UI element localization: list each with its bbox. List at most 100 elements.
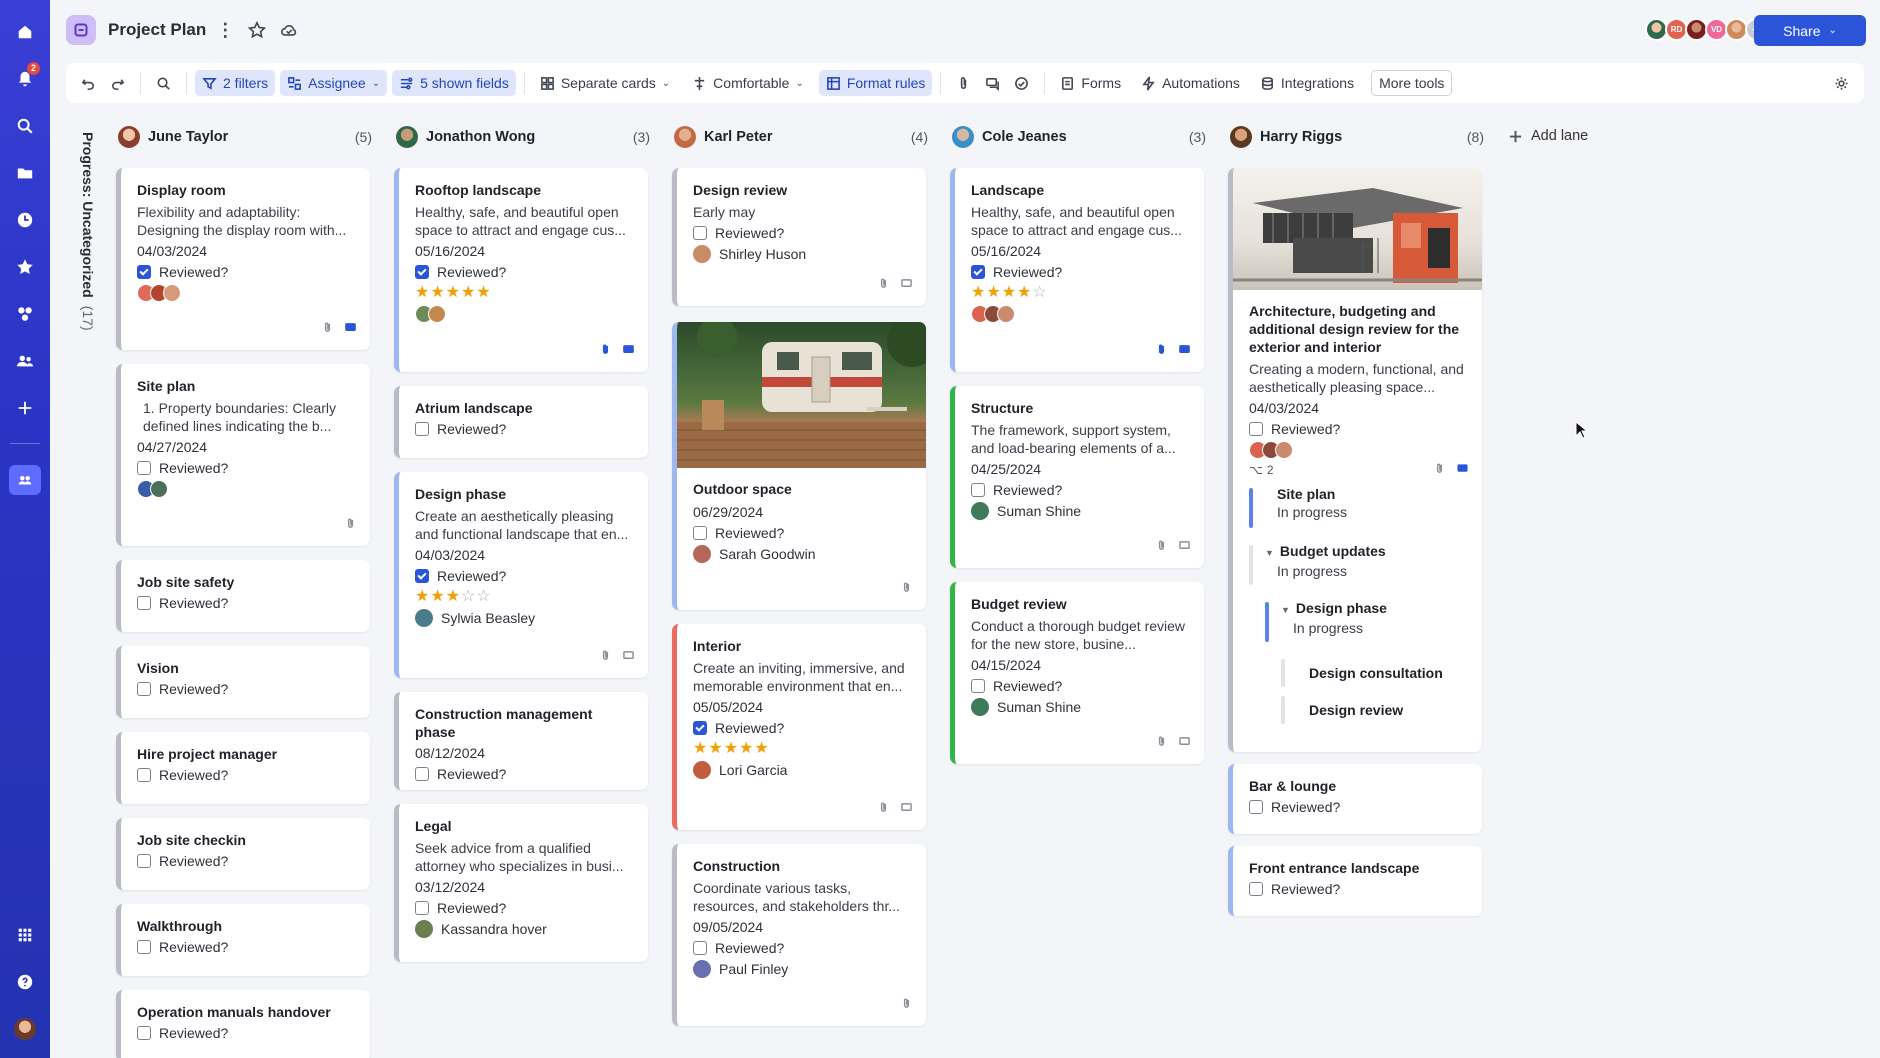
- comment-icon[interactable]: [901, 276, 912, 294]
- card[interactable]: Bar & lounge Reviewed?: [1228, 764, 1482, 834]
- redo-button[interactable]: [103, 70, 132, 96]
- checkbox[interactable]: [137, 265, 151, 279]
- star-icon[interactable]: ★: [461, 284, 476, 301]
- forms-button[interactable]: Forms: [1053, 70, 1128, 96]
- card[interactable]: Construction management phase 08/12/2024…: [394, 692, 648, 790]
- checkbox[interactable]: [137, 940, 151, 954]
- paperclip-icon[interactable]: [1156, 538, 1167, 556]
- checkbox[interactable]: [137, 461, 151, 475]
- reviewed-checkbox[interactable]: Reviewed?: [137, 681, 356, 697]
- home-icon[interactable]: [0, 8, 50, 55]
- comment-icon[interactable]: [1179, 538, 1190, 556]
- collaborator-avatars[interactable]: RD VD +6: [1645, 18, 1768, 41]
- more-vertical-icon[interactable]: ⋮: [216, 20, 234, 41]
- checkbox[interactable]: [693, 941, 707, 955]
- puzzle-icon[interactable]: [0, 290, 50, 337]
- star-icon[interactable]: ★: [1002, 284, 1017, 301]
- reviewed-checkbox[interactable]: Reviewed?: [137, 853, 356, 869]
- lane-header[interactable]: Karl Peter (4): [672, 118, 930, 156]
- star-outline-icon[interactable]: ☆: [1032, 284, 1047, 301]
- star-icon[interactable]: ★: [446, 284, 461, 301]
- star-icon[interactable]: ★: [739, 740, 754, 757]
- search-icon[interactable]: [0, 102, 50, 149]
- assignee-button[interactable]: Assignee ⌄: [280, 70, 388, 96]
- checkbox[interactable]: [415, 569, 429, 583]
- star-icon[interactable]: ★: [430, 284, 445, 301]
- separate-cards-dropdown[interactable]: Separate cards ⌄: [533, 70, 677, 96]
- board-icon[interactable]: [0, 456, 50, 503]
- checkbox[interactable]: [693, 226, 707, 240]
- comment-icon[interactable]: [1179, 734, 1190, 752]
- reviewed-checkbox[interactable]: Reviewed?: [415, 264, 634, 280]
- subtask-item[interactable]: Site plan In progress: [1249, 485, 1468, 542]
- comment-icon[interactable]: [623, 342, 634, 360]
- paperclip-icon[interactable]: [901, 996, 912, 1014]
- card[interactable]: Construction Coordinate various tasks, r…: [672, 844, 926, 1026]
- star-icon[interactable]: ★: [476, 284, 491, 301]
- reviewed-checkbox[interactable]: Reviewed?: [137, 939, 356, 955]
- paperclip-icon[interactable]: [1156, 342, 1167, 360]
- subtask-toggle[interactable]: ⌥ 2: [1249, 463, 1468, 477]
- card[interactable]: Walkthrough Reviewed?: [116, 904, 370, 976]
- card[interactable]: Hire project manager Reviewed?: [116, 732, 370, 804]
- paperclip-icon[interactable]: [322, 320, 333, 338]
- reviewed-checkbox[interactable]: Reviewed?: [137, 595, 356, 611]
- subtask-item[interactable]: Design consultation: [1281, 656, 1468, 693]
- caret-down-icon[interactable]: ▼: [1281, 605, 1290, 615]
- checkbox[interactable]: [137, 682, 151, 696]
- page-title[interactable]: Project Plan: [108, 20, 206, 40]
- cloud-sync-icon[interactable]: [280, 21, 298, 39]
- checkbox[interactable]: [693, 526, 707, 540]
- paperclip-icon[interactable]: [1434, 463, 1445, 477]
- card[interactable]: Front entrance landscape Reviewed?: [1228, 846, 1482, 916]
- search-button[interactable]: [149, 70, 178, 96]
- reviewed-checkbox[interactable]: Reviewed?: [1249, 881, 1468, 897]
- paperclip-icon[interactable]: [600, 342, 611, 360]
- clock-icon[interactable]: [0, 196, 50, 243]
- rating-stars[interactable]: ★★★★★: [693, 740, 912, 758]
- attachments-button[interactable]: [949, 70, 978, 96]
- reviewed-checkbox[interactable]: Reviewed?: [693, 720, 912, 736]
- star-outline-icon[interactable]: ☆: [476, 588, 491, 605]
- reviewed-checkbox[interactable]: Reviewed?: [693, 225, 912, 241]
- checkbox[interactable]: [137, 1026, 151, 1040]
- checkbox[interactable]: [137, 596, 151, 610]
- star-icon[interactable]: ★: [708, 740, 723, 757]
- comment-icon[interactable]: [623, 648, 634, 666]
- star-outline-icon[interactable]: [248, 21, 267, 39]
- undo-button[interactable]: [74, 70, 103, 96]
- star-icon[interactable]: ★: [415, 284, 430, 301]
- shown-fields-button[interactable]: 5 shown fields: [392, 70, 516, 96]
- card[interactable]: Atrium landscape Reviewed?: [394, 386, 648, 458]
- paperclip-icon[interactable]: [878, 276, 889, 294]
- bell-icon[interactable]: 2: [0, 55, 50, 102]
- comments-button[interactable]: [978, 70, 1007, 96]
- density-dropdown[interactable]: Comfortable ⌄: [685, 70, 811, 96]
- card[interactable]: Job site safety Reviewed?: [116, 560, 370, 632]
- card[interactable]: Vision Reviewed?: [116, 646, 370, 718]
- star-icon[interactable]: ★: [693, 740, 708, 757]
- checkbox[interactable]: [971, 483, 985, 497]
- subtask-item[interactable]: ▼ Budget updates In progress: [1249, 542, 1468, 599]
- card[interactable]: Architecture, budgeting and additional d…: [1228, 168, 1482, 752]
- card[interactable]: Design review Early may Reviewed? Shirle…: [672, 168, 926, 306]
- settings-button[interactable]: [1827, 70, 1856, 96]
- group-label[interactable]: Progress: Uncategorized (17): [72, 132, 100, 332]
- checkbox[interactable]: [415, 767, 429, 781]
- card[interactable]: Landscape Healthy, safe, and beautiful o…: [950, 168, 1204, 372]
- reviewed-checkbox[interactable]: Reviewed?: [971, 264, 1190, 280]
- reviewed-checkbox[interactable]: Reviewed?: [415, 766, 634, 782]
- more-tools-button[interactable]: More tools: [1371, 70, 1453, 96]
- checkbox[interactable]: [137, 854, 151, 868]
- star-icon[interactable]: ★: [446, 588, 461, 605]
- comment-icon[interactable]: [345, 320, 356, 338]
- reviewed-checkbox[interactable]: Reviewed?: [137, 767, 356, 783]
- reviewed-checkbox[interactable]: Reviewed?: [971, 482, 1190, 498]
- star-icon[interactable]: [0, 243, 50, 290]
- star-outline-icon[interactable]: ☆: [461, 588, 476, 605]
- checkbox[interactable]: [693, 721, 707, 735]
- card[interactable]: Job site checkin Reviewed?: [116, 818, 370, 890]
- subtask-item[interactable]: Design review: [1281, 693, 1468, 730]
- star-icon[interactable]: ★: [971, 284, 986, 301]
- paperclip-icon[interactable]: [878, 800, 889, 818]
